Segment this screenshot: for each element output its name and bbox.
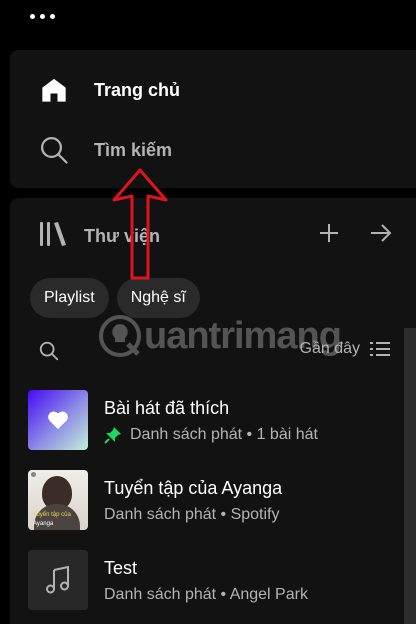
- filter-chip-playlist[interactable]: Playlist: [30, 278, 109, 318]
- sort-button[interactable]: Gần đây: [300, 340, 390, 358]
- item-title: Bài hát đã thích: [104, 398, 230, 418]
- pin-icon: [104, 426, 122, 444]
- list-item[interactable]: Bài hát đã thích Danh sách phát • 1 bài …: [28, 390, 404, 470]
- library-panel: Thư viện Playlist Nghệ sĩ uantrimang Gần…: [10, 198, 416, 624]
- item-subtitle: Danh sách phát • Spotify: [104, 506, 280, 523]
- nav-panel: Trang chủ Tìm kiếm: [10, 50, 416, 188]
- item-subtitle: Danh sách phát • Angel Park: [104, 586, 308, 603]
- nav-search-label: Tìm kiếm: [94, 139, 173, 160]
- item-title: Tuyển tập của Ayanga: [104, 478, 283, 498]
- music-note-icon: [46, 566, 69, 594]
- liked-songs-cover: [28, 390, 88, 450]
- more-dots-icon[interactable]: [30, 14, 55, 19]
- list-item[interactable]: Test Danh sách phát • Angel Park: [28, 550, 404, 624]
- list-item[interactable]: Tuyển tập của Ayanga Tuyển tập của Ayang…: [28, 470, 404, 550]
- filter-chip-artist[interactable]: Nghệ sĩ: [116, 278, 200, 318]
- nav-home-label: Trang chủ: [94, 79, 181, 100]
- playlist-cover: [28, 550, 88, 610]
- library-search-icon[interactable]: [38, 340, 60, 367]
- add-icon[interactable]: [316, 220, 342, 246]
- item-title: Test: [104, 558, 138, 578]
- home-icon: [38, 74, 70, 106]
- sort-label: Gần đây: [299, 340, 360, 357]
- library-list: Bài hát đã thích Danh sách phát • 1 bài …: [28, 390, 404, 624]
- playlist-cover-image: Tuyển tập của Ayanga: [28, 470, 88, 530]
- library-icon: [38, 220, 68, 253]
- expand-arrow-icon[interactable]: [368, 220, 394, 246]
- scrollbar[interactable]: [404, 328, 416, 624]
- cover-caption: Tuyển tập của: [33, 512, 71, 518]
- search-icon: [38, 134, 70, 166]
- list-view-icon: [370, 342, 390, 356]
- nav-search[interactable]: Tìm kiếm: [38, 134, 172, 166]
- heart-icon: [48, 411, 68, 430]
- library-toggle[interactable]: Thư viện: [38, 220, 160, 253]
- library-title: Thư viện: [84, 226, 161, 246]
- item-subtitle: Danh sách phát • 1 bài hát: [130, 426, 318, 443]
- cover-caption: Ayanga: [33, 521, 54, 527]
- nav-home[interactable]: Trang chủ: [38, 74, 180, 106]
